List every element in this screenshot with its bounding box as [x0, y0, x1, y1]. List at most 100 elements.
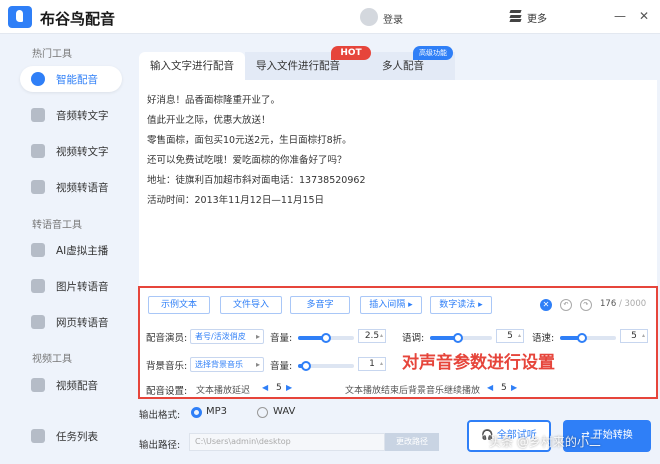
sidebar-item-task-list[interactable]: 任务列表: [20, 423, 122, 449]
mp3-label: MP3: [206, 406, 228, 417]
section-speech-tools: 转语音工具: [32, 220, 82, 231]
advanced-badge: 高级功能: [413, 46, 453, 60]
volume-input[interactable]: 2.5 ▴: [358, 329, 386, 343]
delay-value: 5: [276, 383, 282, 393]
increase-delay-icon[interactable]: ▶: [286, 383, 292, 392]
bgm-volume-slider[interactable]: [298, 361, 354, 371]
editor-line: 还可以免费试吃哦！爱吃面棕的你准备好了吗？: [147, 155, 347, 166]
sidebar-item-image-to-speech[interactable]: 图片转语音: [20, 273, 122, 299]
image-icon: [31, 279, 45, 293]
increase-bgm-continue-icon[interactable]: ▶: [511, 383, 517, 392]
bgm-label: 背景音乐:: [146, 361, 188, 372]
char-counter: 176 / 3000: [600, 299, 646, 309]
video-icon: [31, 378, 45, 392]
redo-icon[interactable]: ↷: [580, 299, 592, 311]
more-menu[interactable]: 更多: [527, 10, 547, 25]
main-panel: 输入文字进行配音 导入文件进行配音 多人配音 HOT 高级功能 好消息！品香面棕…: [133, 40, 658, 460]
undo-icon[interactable]: ↶: [560, 299, 572, 311]
sidebar-item-label: 图片转语音: [56, 281, 109, 293]
sidebar-item-label: 网页转语音: [56, 317, 109, 329]
pitch-label: 语调:: [402, 333, 425, 344]
bgm-continue-label: 文本播放结束后背景音乐继续播放: [345, 386, 481, 396]
sidebar: 热门工具 智能配音 音频转文字 视频转文字 视频转语音 转语音工具 AI虚拟主播…: [0, 34, 130, 464]
avatar-icon[interactable]: [360, 8, 378, 26]
video-text-icon: [31, 144, 45, 158]
sidebar-item-label: 智能配音: [56, 74, 98, 86]
decrease-bgm-continue-icon[interactable]: ◀: [487, 383, 493, 392]
sample-text-button[interactable]: 示例文本: [148, 296, 210, 314]
section-video-tools: 视频工具: [32, 354, 72, 365]
wav-label: WAV: [273, 406, 296, 417]
rate-input[interactable]: 5 ▴: [620, 329, 648, 343]
bgm-volume-slider-handle[interactable]: [301, 361, 312, 371]
bgm-select[interactable]: 选择背景音乐: [190, 357, 264, 372]
decrease-delay-icon[interactable]: ◀: [262, 383, 268, 392]
sidebar-item-ai-anchor[interactable]: AI虚拟主播: [20, 237, 122, 263]
rate-slider[interactable]: [560, 333, 616, 343]
ai-anchor-icon: [31, 243, 45, 257]
rate-label: 语速:: [532, 333, 555, 344]
app-logo-icon: [8, 6, 32, 28]
title-bar: 布谷鸟配音 登录 更多 — ✕: [0, 0, 660, 34]
pitch-value: 5: [507, 331, 513, 341]
path-label: 输出路径:: [139, 440, 181, 451]
sidebar-item-audio-to-text[interactable]: 音频转文字: [20, 102, 122, 128]
editor-line: 零售面棕，面包买10元送2元，生日面棕打8折。: [147, 135, 352, 146]
pitch-slider-handle[interactable]: [452, 333, 463, 343]
insert-pause-button[interactable]: 插入间隔 ▸: [360, 296, 422, 314]
sidebar-item-label: 视频配音: [56, 380, 98, 392]
voice-label: 配音演员:: [146, 333, 188, 344]
bgm-volume-input[interactable]: 1 ▴: [358, 357, 386, 371]
number-reading-button[interactable]: 数字读法 ▸: [430, 296, 492, 314]
rate-slider-handle[interactable]: [577, 333, 588, 343]
sidebar-item-label: 视频转文字: [56, 146, 109, 158]
pitch-slider[interactable]: [430, 333, 492, 343]
polyphone-button[interactable]: 多音字: [290, 296, 350, 314]
app-title: 布谷鸟配音: [40, 10, 116, 28]
login-link[interactable]: 登录: [383, 11, 403, 26]
file-import-button[interactable]: 文件导入: [220, 296, 282, 314]
rate-value: 5: [631, 331, 637, 341]
pitch-input[interactable]: 5 ▴: [496, 329, 524, 343]
volume-label: 音量:: [270, 333, 293, 344]
watermark-text: 头条 @乡村来的小二: [489, 435, 601, 449]
sidebar-item-label: 音频转文字: [56, 110, 109, 122]
microphone-icon: [31, 72, 45, 86]
web-icon: [31, 315, 45, 329]
output-path-input[interactable]: C:\Users\admin\desktop: [189, 433, 385, 451]
sidebar-item-label: 视频转语音: [56, 182, 109, 194]
sidebar-item-video-to-speech[interactable]: 视频转语音: [20, 174, 122, 200]
mp3-radio[interactable]: [191, 407, 202, 418]
task-list-icon: [31, 429, 45, 443]
minimize-button[interactable]: —: [613, 9, 627, 23]
video-audio-icon: [31, 180, 45, 194]
sidebar-item-video-to-text[interactable]: 视频转文字: [20, 138, 122, 164]
sidebar-item-video-dubbing[interactable]: 视频配音: [20, 372, 122, 398]
change-path-button[interactable]: 更改路径: [385, 433, 439, 451]
editor-line: 地址：徒旗利百加超市斜对面电话：13738520962: [147, 175, 366, 186]
format-label: 输出格式:: [139, 410, 181, 421]
delay-label: 文本播放延迟: [196, 386, 251, 396]
close-button[interactable]: ✕: [637, 9, 651, 23]
tab-bar: 输入文字进行配音 导入文件进行配音 多人配音 HOT 高级功能: [139, 46, 455, 80]
volume-value: 2.5: [364, 331, 380, 341]
sidebar-item-web-to-speech[interactable]: 网页转语音: [20, 309, 122, 335]
sidebar-item-label: 任务列表: [56, 431, 98, 443]
volume-slider-handle[interactable]: [321, 333, 331, 343]
bgm-volume-label: 音量:: [270, 361, 293, 372]
editor-line: 好消息！品香面棕隆重开业了。: [147, 95, 281, 106]
editor-line: 值此开业之际，优惠大放送！: [147, 115, 271, 126]
editor-line: 活动时间：2013年11月12日—11月15日: [147, 195, 325, 206]
voice-select[interactable]: 者号/活泼俏皮: [190, 329, 264, 344]
bgm-continue-value: 5: [501, 383, 507, 393]
sidebar-item-smart-dubbing[interactable]: 智能配音: [20, 66, 122, 92]
volume-slider[interactable]: [298, 333, 354, 343]
audio-file-icon: [31, 108, 45, 122]
sidebar-item-label: AI虚拟主播: [56, 245, 109, 257]
config-label: 配音设置:: [146, 386, 188, 397]
tab-input-text[interactable]: 输入文字进行配音: [139, 52, 245, 80]
wav-radio[interactable]: [257, 407, 268, 418]
bgm-volume-value: 1: [369, 359, 375, 369]
char-max: / 3000: [618, 299, 647, 309]
clear-icon[interactable]: ✕: [540, 299, 552, 311]
